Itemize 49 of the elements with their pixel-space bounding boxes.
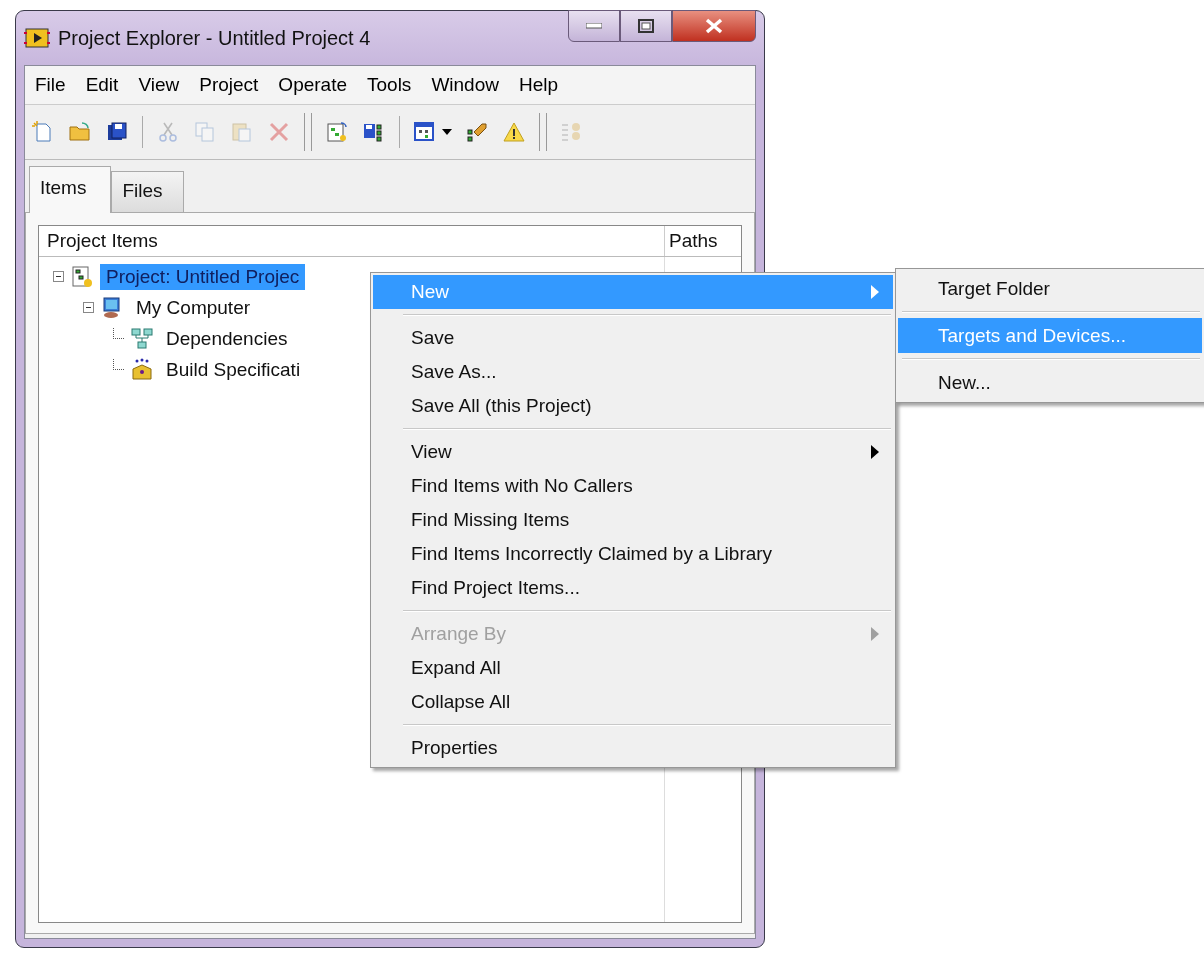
project-add-icon[interactable] <box>325 120 349 144</box>
tree-item[interactable]: Build Specificati <box>160 356 307 383</box>
toolbar-grip[interactable] <box>539 113 547 151</box>
menu-item[interactable]: Find Items Incorrectly Claimed by a Library <box>373 537 893 571</box>
menu-bar-item[interactable]: Help <box>518 74 559 96</box>
hierarchy-icon <box>130 326 154 351</box>
menu-bar-item[interactable]: Window <box>431 74 499 96</box>
close-button[interactable] <box>672 10 756 42</box>
restore-icon <box>638 19 654 33</box>
menu-bar-item[interactable]: File <box>35 74 66 96</box>
app-icon <box>24 27 50 49</box>
collapse-icon[interactable] <box>83 302 94 313</box>
window-title: Project Explorer - Untitled Project 4 <box>58 26 371 50</box>
close-icon <box>705 18 723 34</box>
warning-icon[interactable] <box>502 120 526 144</box>
tree-item[interactable]: Project: Untitled Projec <box>100 263 306 290</box>
project-icon <box>70 264 94 289</box>
menu-bar-item[interactable]: Tools <box>367 74 412 96</box>
column-header[interactable]: Paths <box>664 226 741 256</box>
window-grid-icon[interactable] <box>413 120 437 144</box>
dropdown-caret-icon[interactable] <box>442 129 452 135</box>
minimize-icon <box>586 23 602 29</box>
hierarchy-arrow-icon[interactable] <box>465 120 489 144</box>
menu-item[interactable]: Target Folder <box>898 271 1202 306</box>
menu-item[interactable]: New... <box>898 365 1202 400</box>
minimize-button[interactable] <box>568 10 620 42</box>
tree-item[interactable]: Dependencies <box>160 325 294 352</box>
menu-item[interactable]: View <box>373 435 893 469</box>
menu-item[interactable]: Find Missing Items <box>373 503 893 537</box>
tree-item[interactable]: My Computer <box>130 294 257 321</box>
toolbar-grip[interactable] <box>304 113 312 151</box>
tab[interactable]: Files <box>111 171 184 212</box>
menu-bar-item[interactable]: View <box>138 74 180 96</box>
menu-item[interactable]: Save <box>373 321 893 355</box>
menu-item[interactable]: Save As... <box>373 355 893 389</box>
tab[interactable]: Items <box>29 166 112 213</box>
menu-bar-item[interactable]: Operate <box>278 74 347 96</box>
column-header[interactable]: Project Items <box>39 226 664 256</box>
build-box-icon <box>130 357 154 382</box>
menu-item[interactable]: Expand All <box>373 651 893 685</box>
menu-bar-item[interactable]: Project <box>199 74 259 96</box>
maximize-button[interactable] <box>620 10 672 42</box>
menu-item[interactable]: Find Project Items... <box>373 571 893 605</box>
menu-item[interactable]: Properties <box>373 731 893 765</box>
menu-bar-item[interactable]: Edit <box>85 74 119 96</box>
collapse-icon[interactable] <box>53 271 64 282</box>
menu-item[interactable]: Save All (this Project) <box>373 389 893 423</box>
menu-item[interactable]: Collapse All <box>373 685 893 719</box>
menu-item[interactable]: Find Items with No Callers <box>373 469 893 503</box>
